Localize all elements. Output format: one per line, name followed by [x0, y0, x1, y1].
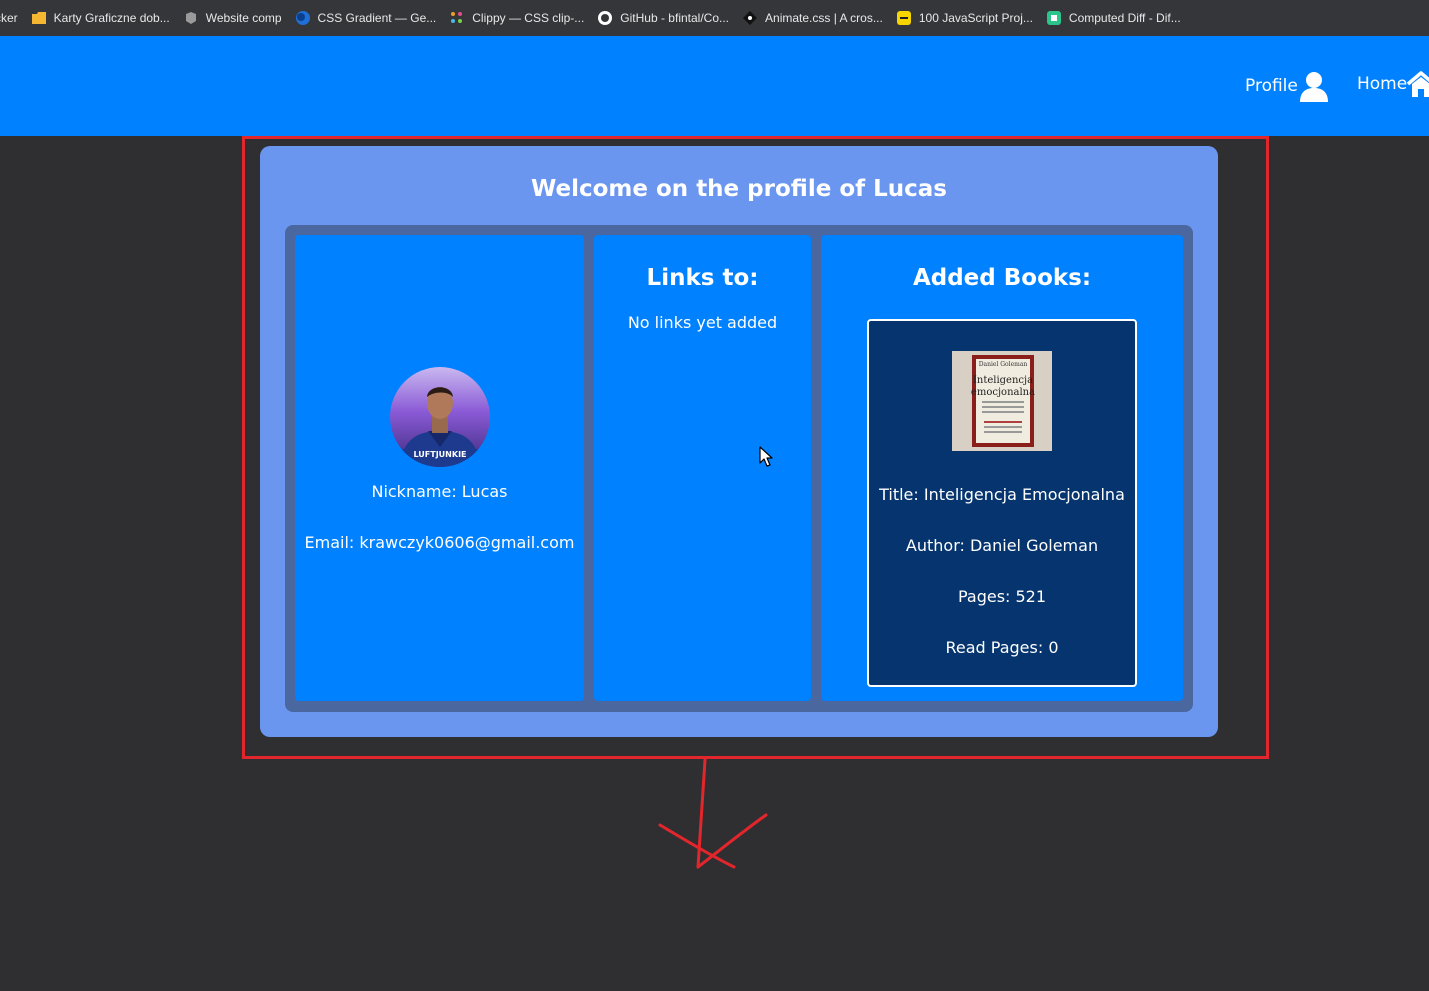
- bookmark-item[interactable]: Animate.css | A cros...: [743, 11, 883, 25]
- bookmark-app-icon: [184, 11, 198, 25]
- animate-icon: [743, 11, 758, 25]
- nav-home-link[interactable]: Home: [1357, 70, 1429, 98]
- js-icon: [896, 11, 911, 25]
- bookmark-label: Karty Graficzne dob...: [53, 11, 170, 25]
- bookmark-label: GitHub - bfintal/Co...: [620, 11, 730, 25]
- nav-profile-label: Profile: [1245, 76, 1298, 96]
- bookmark-item[interactable]: Computed Diff - Dif...: [1046, 11, 1181, 25]
- diff-icon: [1046, 11, 1061, 25]
- dots-icon: [450, 11, 464, 25]
- bookmark-item[interactable]: CSS Gradient — Ge...: [295, 11, 437, 25]
- bookmark-item[interactable]: Website comp: [184, 11, 282, 25]
- globe-icon: [295, 11, 310, 25]
- bookmark-label: Animate.css | A cros...: [765, 11, 883, 25]
- bookmark-item[interactable]: GitHub - bfintal/Co...: [598, 11, 729, 25]
- bookmark-item[interactable]: 100 JavaScript Proj...: [896, 11, 1033, 25]
- bookmark-label: Website comp: [205, 11, 282, 25]
- annotation-scribble: [650, 755, 780, 879]
- bookmark-item[interactable]: Karty Graficzne dob...: [31, 11, 170, 25]
- home-icon: [1407, 70, 1429, 98]
- bookmark-label: Clippy — CSS clip-...: [472, 11, 585, 25]
- bookmark-label: cker: [0, 11, 18, 25]
- bookmark-item[interactable]: Clippy — CSS clip-...: [450, 11, 584, 25]
- nav-home-label: Home: [1357, 74, 1408, 94]
- bookmark-label: 100 JavaScript Proj...: [918, 11, 1033, 25]
- bookmark-item[interactable]: cker: [0, 11, 18, 25]
- folder-icon: [31, 11, 46, 25]
- annotation-rectangle: [242, 136, 1269, 759]
- bookmark-label: CSS Gradient — Ge...: [317, 11, 437, 25]
- github-icon: [598, 11, 613, 25]
- nav-profile-link[interactable]: Profile: [1245, 70, 1330, 102]
- user-icon: [1298, 70, 1330, 102]
- bookmark-label: Computed Diff - Dif...: [1068, 11, 1181, 25]
- mouse-cursor-icon: [759, 446, 773, 472]
- bookmarks-bar: cker Karty Graficzne dob... Website comp…: [0, 0, 1429, 36]
- site-header: Profile Home: [0, 36, 1429, 136]
